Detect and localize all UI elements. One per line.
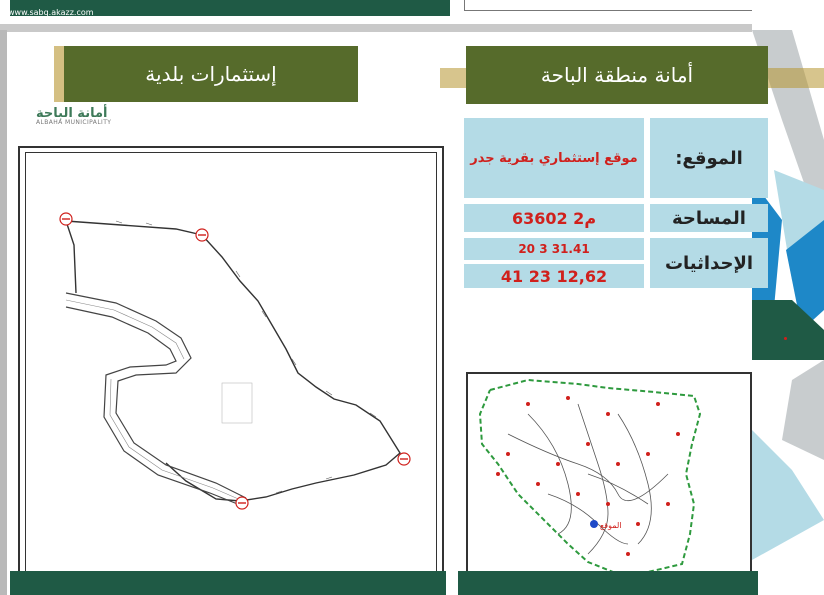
coords-label-cell: الإحداثيات	[650, 238, 768, 288]
slide-left-edge	[0, 30, 7, 595]
area-value-cell: 63602 م2	[464, 204, 644, 232]
area-label-cell: المساحة	[650, 204, 768, 232]
location-label: :الموقع	[675, 147, 743, 169]
decor-dot	[784, 337, 787, 340]
region-map: الموقع	[466, 372, 752, 584]
site-plan-frame	[18, 146, 444, 578]
parcel-boundary	[65, 220, 401, 502]
area-label: المساحة	[672, 207, 746, 229]
region-map-drawing: الموقع	[478, 378, 702, 576]
coord-2-cell: 41 23 12,62	[464, 264, 644, 288]
site-plan-inner	[25, 152, 437, 572]
inset-location-label: الموقع	[600, 521, 622, 530]
header-left-text: إستثمارات بلدية	[145, 62, 277, 86]
road-outer	[65, 292, 247, 499]
road-inner	[65, 306, 241, 506]
top-bar: www.sabq.akazz.com	[0, 0, 824, 18]
road-center-2	[109, 378, 244, 502]
website-watermark: www.sabq.akazz.com	[8, 8, 94, 17]
header-albaha-municipality: أمانة منطقة الباحة	[466, 46, 768, 104]
region-boundary	[478, 378, 702, 576]
region-towns	[496, 396, 680, 556]
coord-1-cell: 20 3 31.41	[464, 238, 644, 260]
marker-3	[397, 452, 411, 466]
bottom-green-bar-right	[458, 571, 758, 595]
region-roads	[507, 403, 669, 555]
dimension-ticks	[115, 220, 377, 494]
location-marker-icon	[590, 520, 598, 528]
top-box	[464, 0, 754, 11]
slide-top-strip	[0, 24, 824, 32]
marker-4	[235, 496, 249, 510]
site-plan-drawing	[59, 212, 411, 510]
coord-2-value: 41 23 12,62	[500, 266, 608, 286]
location-value-cell: موقع إستثماري بقرية جدر	[464, 118, 644, 198]
coord-1-value: 20 3 31.41	[518, 242, 590, 256]
header-municipal-investments: إستثمارات بلدية	[64, 46, 358, 102]
location-value: موقع إستثماري بقرية جدر	[470, 150, 638, 166]
site-label-block	[221, 382, 253, 424]
parcel-west-edge	[65, 220, 77, 294]
location-label-cell: :الموقع	[650, 118, 768, 198]
marker-2	[195, 228, 209, 242]
logo-english: ALBAHA MUNICIPALITY	[36, 119, 112, 126]
bottom-green-bar	[10, 571, 446, 595]
coords-label: الإحداثيات	[664, 252, 754, 274]
marker-1	[59, 212, 73, 226]
road-center-1	[65, 299, 185, 360]
header-right-text: أمانة منطقة الباحة	[540, 63, 694, 87]
area-value: 63602 م2	[511, 208, 597, 228]
